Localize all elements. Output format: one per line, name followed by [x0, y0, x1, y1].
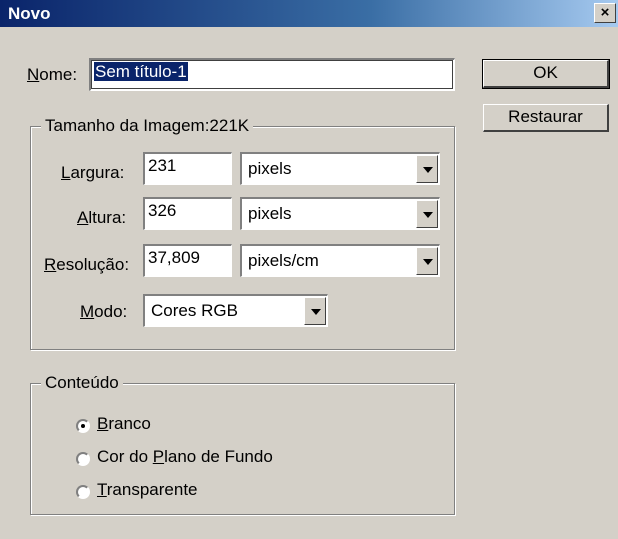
resolution-label: Resolução: — [44, 255, 130, 274]
chevron-down-icon[interactable] — [416, 155, 438, 183]
height-unit-select[interactable]: pixels — [240, 197, 440, 230]
name-input-value: Sem título-1 — [94, 62, 188, 81]
ok-button[interactable]: OK — [482, 59, 610, 89]
close-button[interactable]: × — [594, 3, 616, 23]
chevron-down-icon[interactable] — [416, 200, 438, 228]
height-unit-value: pixels — [248, 204, 292, 223]
window-title: Novo — [8, 4, 51, 23]
option-transparent-label[interactable]: Transparente — [97, 480, 198, 500]
radio-transparent[interactable] — [76, 485, 90, 499]
mode-select[interactable]: Cores RGB — [143, 294, 328, 327]
radio-background-color[interactable] — [76, 452, 90, 466]
resolution-unit-value: pixels/cm — [248, 251, 319, 270]
width-unit-value: pixels — [248, 159, 292, 178]
mode-label: Modo: — [80, 302, 128, 321]
chevron-down-icon[interactable] — [304, 297, 326, 325]
width-label: Largura: — [61, 163, 125, 182]
option-branco-label[interactable]: Branco — [97, 414, 151, 434]
width-input[interactable]: 231 — [143, 152, 232, 185]
name-label: Nome: — [27, 65, 78, 84]
close-icon: × — [600, 4, 610, 21]
reset-button[interactable]: Restaurar — [483, 104, 609, 132]
name-input[interactable]: Sem título-1 — [89, 58, 455, 91]
resolution-input[interactable]: 37,809 — [143, 244, 232, 277]
height-label: Altura: — [77, 208, 127, 227]
resolution-unit-select[interactable]: pixels/cm — [240, 244, 440, 277]
option-background-color-label[interactable]: Cor do Plano de Fundo — [97, 447, 273, 467]
radio-branco[interactable] — [76, 419, 90, 433]
chevron-down-icon[interactable] — [416, 247, 438, 275]
width-unit-select[interactable]: pixels — [240, 152, 440, 185]
height-input[interactable]: 326 — [143, 197, 232, 230]
image-size-legend: Tamanho da Imagem:221K — [41, 116, 254, 136]
content-legend: Conteúdo — [41, 373, 123, 393]
title-bar: Novo × — [0, 0, 618, 27]
mode-value: Cores RGB — [151, 301, 238, 320]
